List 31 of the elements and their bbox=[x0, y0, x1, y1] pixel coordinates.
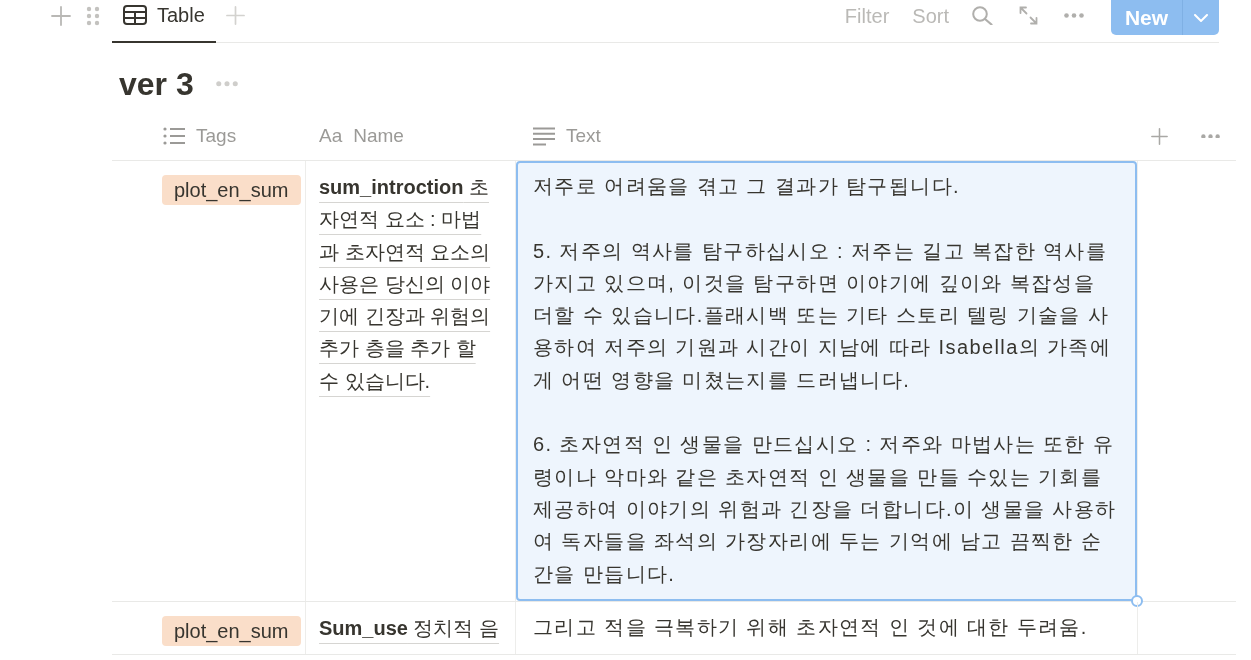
search-icon[interactable] bbox=[972, 6, 993, 25]
drag-handle-icon[interactable] bbox=[86, 5, 100, 26]
chevron-down-icon bbox=[1194, 13, 1208, 22]
database-title: ver 3 bbox=[119, 65, 194, 104]
toolbar-button[interactable]: Filter bbox=[844, 0, 890, 31]
plus-icon[interactable] bbox=[51, 5, 71, 26]
tag-pill: plot_en_sum bbox=[162, 615, 301, 646]
plus-icon[interactable] bbox=[1151, 127, 1168, 145]
page-title-link[interactable]: Sum_use 정치적 음 bbox=[319, 611, 501, 645]
cell-editor[interactable] bbox=[516, 161, 1137, 601]
column-header[interactable]: Text bbox=[533, 118, 601, 154]
cell-text: 6. 초자연적 인 생물을 만드십시오 : 저주와 마법사는 또한 유령이나 악마와 같은 초자연적 인 생물을 만들 수있는 기회를 제공하여 이야기의 위험과 긴장을 더합니다.이 생물을 사용하여 독자들을 좌석의 가장자리에 두는 기억에 남고 끔찍한 순간을 만듭니다. bbox=[533, 432, 1118, 587]
cell-text: 5. 저주의 역사를 탐구하십시오 : 저주는 길고 복잡한 역사를 가지고 있으며, 이것을 탐구하면 이야기에 깊이와 복잡성을 더할 수 있습니다.플래시백 또는 기타 스토리 텔링 기술을 사용하여 저주의 기원과 시간이 지남에 따라 Isabella의 가족에게 어떤 영향을 미쳤는지를 드러냅니다. bbox=[533, 238, 1113, 393]
toolbar-button[interactable]: Sort bbox=[912, 0, 949, 31]
page-title-link[interactable]: sum_introction 초자연적 요소 : 마법과 초자연적 요소의 사용은 당신의 이야기에 긴장과 위험의 추가 층을 추가 할 수 있습니다. bbox=[319, 171, 501, 398]
lines-icon bbox=[533, 126, 555, 146]
plus-icon[interactable] bbox=[225, 6, 245, 25]
new-button[interactable]: New bbox=[1111, 0, 1182, 35]
more-icon[interactable] bbox=[215, 81, 238, 87]
column-header[interactable]: Tags bbox=[163, 118, 237, 154]
column-header[interactable]: Aa Name bbox=[319, 118, 404, 154]
new-dropdown-button[interactable] bbox=[1182, 0, 1219, 35]
view-tab[interactable]: Table bbox=[112, 0, 216, 43]
expand-icon[interactable] bbox=[1019, 6, 1038, 25]
more-icon[interactable] bbox=[1064, 13, 1084, 18]
table-icon bbox=[123, 4, 147, 25]
more-icon[interactable] bbox=[1201, 133, 1220, 139]
cell-text: 저주로 어려움을 겪고 그 결과가 탐구됩니다. bbox=[533, 174, 961, 199]
cell-text: 그리고 적을 극복하기 위해 초자연적 인 것에 대한 두려움. bbox=[533, 614, 1089, 640]
tag-pill: plot_en_sum bbox=[162, 175, 301, 205]
list-icon bbox=[163, 127, 185, 145]
